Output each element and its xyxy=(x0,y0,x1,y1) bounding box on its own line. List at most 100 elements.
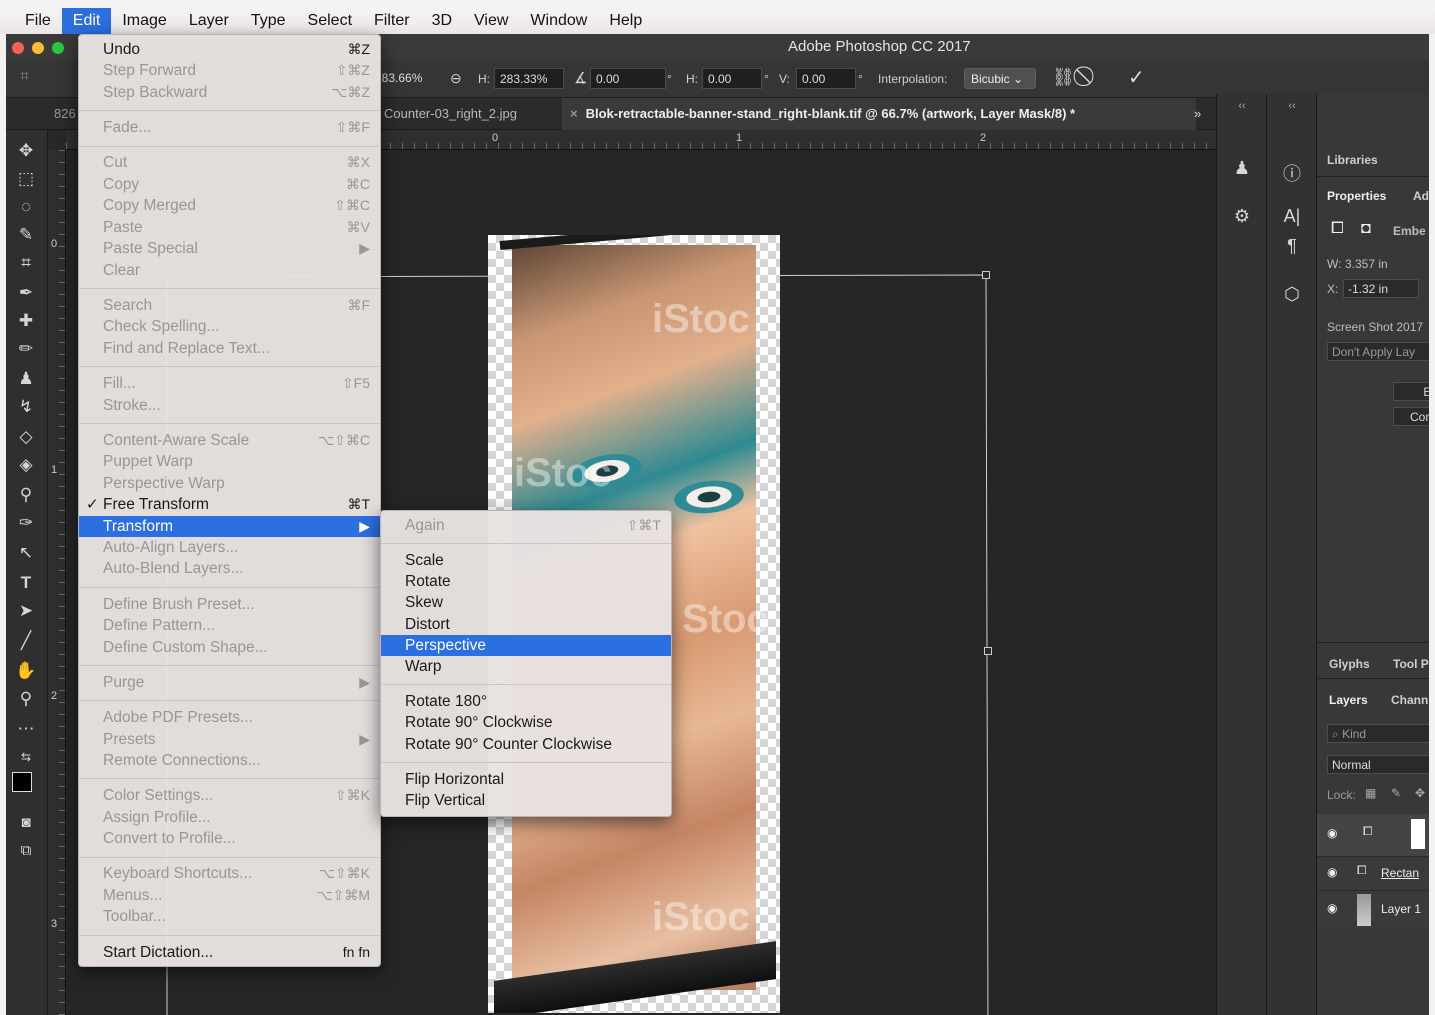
menu-item-free-transform[interactable]: ✓ Free Transform ⌘T xyxy=(79,494,380,515)
visibility-eye-icon[interactable]: ◉ xyxy=(1327,865,1337,879)
menu-item-toolbar[interactable]: Toolbar... xyxy=(79,906,380,927)
menu-item-distort[interactable]: Distort xyxy=(381,614,671,635)
close-tab-icon[interactable]: × xyxy=(570,106,578,121)
lock-position-icon[interactable]: ✥ xyxy=(1415,786,1425,800)
menu-item-search[interactable]: Search ⌘F xyxy=(79,295,380,316)
transform-handle-top-right[interactable] xyxy=(982,271,990,279)
tab-channels[interactable]: Chann xyxy=(1391,693,1428,707)
menu-item-flip-horizontal[interactable]: Flip Horizontal xyxy=(381,769,671,790)
layer-comp-select[interactable]: Don't Apply Lay xyxy=(1327,342,1429,361)
tab-layers[interactable]: Layers xyxy=(1329,693,1368,707)
pen-tool-icon[interactable]: ✑ xyxy=(12,510,40,536)
menu-item-check-spelling[interactable]: Check Spelling... xyxy=(79,316,380,337)
menu-item-cut[interactable]: Cut ⌘X xyxy=(79,152,380,173)
vertical-skew-field[interactable]: 0.00 xyxy=(796,68,856,89)
paint-bucket-tool-icon[interactable]: ◈ xyxy=(12,452,40,478)
menu-item-scale[interactable]: Scale xyxy=(381,550,671,571)
visibility-eye-icon[interactable]: ◉ xyxy=(1327,826,1337,840)
menu-item-fill[interactable]: Fill... ⇧F5 xyxy=(79,373,380,394)
paragraph-panel-icon[interactable]: ¶ xyxy=(1277,236,1307,257)
menu-item-perspective-warp[interactable]: Perspective Warp xyxy=(79,473,380,494)
menu-item-stroke[interactable]: Stroke... xyxy=(79,395,380,416)
commit-transform-icon[interactable]: ✓ xyxy=(1128,65,1145,90)
edit-contents-button[interactable]: Ed xyxy=(1393,382,1429,401)
tab-tool-presets[interactable]: Tool P xyxy=(1393,657,1429,671)
menu-item-define-brush-preset[interactable]: Define Brush Preset... xyxy=(79,594,380,615)
layer-name[interactable]: Rectan xyxy=(1381,866,1419,880)
more-tabs-icon[interactable]: » xyxy=(1186,98,1209,130)
menubar-item-layer[interactable]: Layer xyxy=(178,8,240,34)
menu-item-rotate-90-counter-clockwise[interactable]: Rotate 90° Counter Clockwise xyxy=(381,734,671,755)
menubar-item-image[interactable]: Image xyxy=(111,8,177,34)
layer-row[interactable]: ◉ ⧠ Rectan xyxy=(1317,856,1429,890)
blend-mode-select[interactable]: Normal xyxy=(1327,755,1429,774)
menu-item-rotate[interactable]: Rotate xyxy=(381,571,671,592)
menu-item-keyboard-shortcuts[interactable]: Keyboard Shortcuts... ⌥⇧⌘K xyxy=(79,863,380,884)
warp-mode-icon[interactable]: ⛓ xyxy=(1052,67,1075,88)
brush-settings-panel-icon[interactable]: ⚙ xyxy=(1227,206,1257,227)
layer-mask-thumbnail[interactable] xyxy=(1411,819,1425,849)
minimize-window-button[interactable] xyxy=(32,42,44,54)
eraser-tool-icon[interactable]: ◇ xyxy=(12,424,40,450)
menubar-item-view[interactable]: View xyxy=(463,8,519,34)
x-position-field[interactable]: -1.32 in xyxy=(1343,279,1419,298)
menu-item-step-backward[interactable]: Step Backward ⌥⌘Z xyxy=(79,82,380,103)
menubar-item-help[interactable]: Help xyxy=(598,8,653,34)
layer-row[interactable]: ◉ ⧠ xyxy=(1317,814,1429,856)
link-icon[interactable]: ⊖ xyxy=(450,70,462,87)
menu-item-rotate-90-clockwise[interactable]: Rotate 90° Clockwise xyxy=(381,712,671,733)
menu-item-content-aware-scale[interactable]: Content-Aware Scale ⌥⇧⌘C xyxy=(79,430,380,451)
quick-select-tool-icon[interactable]: ✎ xyxy=(12,222,40,248)
move-tool-icon[interactable]: ✥ xyxy=(12,138,40,164)
menu-item-menus[interactable]: Menus... ⌥⇧⌘M xyxy=(79,885,380,906)
menu-item-presets[interactable]: Presets ▶ xyxy=(79,729,380,750)
menu-item-assign-profile[interactable]: Assign Profile... xyxy=(79,807,380,828)
dodge-tool-icon[interactable]: ⚲ xyxy=(12,482,40,508)
menu-item-copy[interactable]: Copy ⌘C xyxy=(79,174,380,195)
menu-item-define-pattern[interactable]: Define Pattern... xyxy=(79,615,380,636)
convert-button[interactable]: Conv xyxy=(1393,407,1429,426)
tab-counter-jpg[interactable]: Counter-03_right_2.jpg xyxy=(376,98,525,130)
menu-item-warp[interactable]: Warp xyxy=(381,656,671,677)
healing-brush-tool-icon[interactable]: ✚ xyxy=(12,308,40,334)
menu-item-define-custom-shape[interactable]: Define Custom Shape... xyxy=(79,637,380,658)
menu-item-auto-blend-layers[interactable]: Auto-Blend Layers... xyxy=(79,558,380,579)
menu-item-auto-align-layers[interactable]: Auto-Align Layers... xyxy=(79,537,380,558)
line-tool-icon[interactable]: ╱ xyxy=(12,628,40,654)
menubar-item-filter[interactable]: Filter xyxy=(363,8,421,34)
menu-item-convert-to-profile[interactable]: Convert to Profile... xyxy=(79,828,380,849)
path-selection-tool-icon[interactable]: ↖ xyxy=(12,540,40,566)
crop-tool-icon[interactable]: ⌗ xyxy=(12,250,40,276)
menu-item-clear[interactable]: Clear xyxy=(79,260,380,281)
menu-item-undo[interactable]: Undo ⌘Z xyxy=(79,39,380,60)
swap-colors-icon[interactable]: ⇆ xyxy=(12,744,40,770)
direct-selection-tool-icon[interactable]: ➤ xyxy=(12,598,40,624)
quick-mask-icon[interactable]: ◙ xyxy=(12,810,40,836)
menubar-item-file[interactable]: File xyxy=(14,8,62,34)
zoom-tool-icon[interactable]: ⚲ xyxy=(12,686,40,712)
tab-active-document[interactable]: × Blok-retractable-banner-stand_right-bla… xyxy=(562,98,1196,130)
type-tool-icon[interactable]: T xyxy=(12,570,40,596)
menu-item-transform[interactable]: Transform ▶ xyxy=(79,515,380,537)
menubar-item-edit[interactable]: Edit xyxy=(61,8,112,34)
width-value[interactable]: 3.357 in xyxy=(1345,257,1388,271)
interpolation-select[interactable]: Bicubic ⌄ xyxy=(964,68,1036,89)
history-brush-tool-icon[interactable]: ↯ xyxy=(12,394,40,420)
tab-properties[interactable]: Properties xyxy=(1327,189,1386,203)
layer-row[interactable]: ◉ Layer 1 xyxy=(1317,890,1429,928)
menu-item-puppet-warp[interactable]: Puppet Warp xyxy=(79,451,380,472)
menu-item-paste[interactable]: Paste ⌘V xyxy=(79,217,380,238)
horizontal-skew-field[interactable]: 0.00 xyxy=(702,68,762,89)
transform-handle-right[interactable] xyxy=(984,647,992,655)
menu-item-rotate-180[interactable]: Rotate 180° xyxy=(381,691,671,712)
brush-tool-icon[interactable]: ✏ xyxy=(12,336,40,362)
marquee-tool-icon[interactable]: ⬚ xyxy=(12,166,40,192)
menu-item-find-and-replace-text[interactable]: Find and Replace Text... xyxy=(79,338,380,359)
menu-item-purge[interactable]: Purge ▶ xyxy=(79,672,380,693)
menu-item-again[interactable]: Again ⇧⌘T xyxy=(381,515,671,536)
tab-adjustments[interactable]: Ad xyxy=(1413,189,1429,203)
menubar-item-window[interactable]: Window xyxy=(519,8,598,34)
menu-item-paste-special[interactable]: Paste Special ▶ xyxy=(79,238,380,259)
menubar-item-3d[interactable]: 3D xyxy=(421,8,463,34)
menu-item-copy-merged[interactable]: Copy Merged ⇧⌘C xyxy=(79,195,380,216)
